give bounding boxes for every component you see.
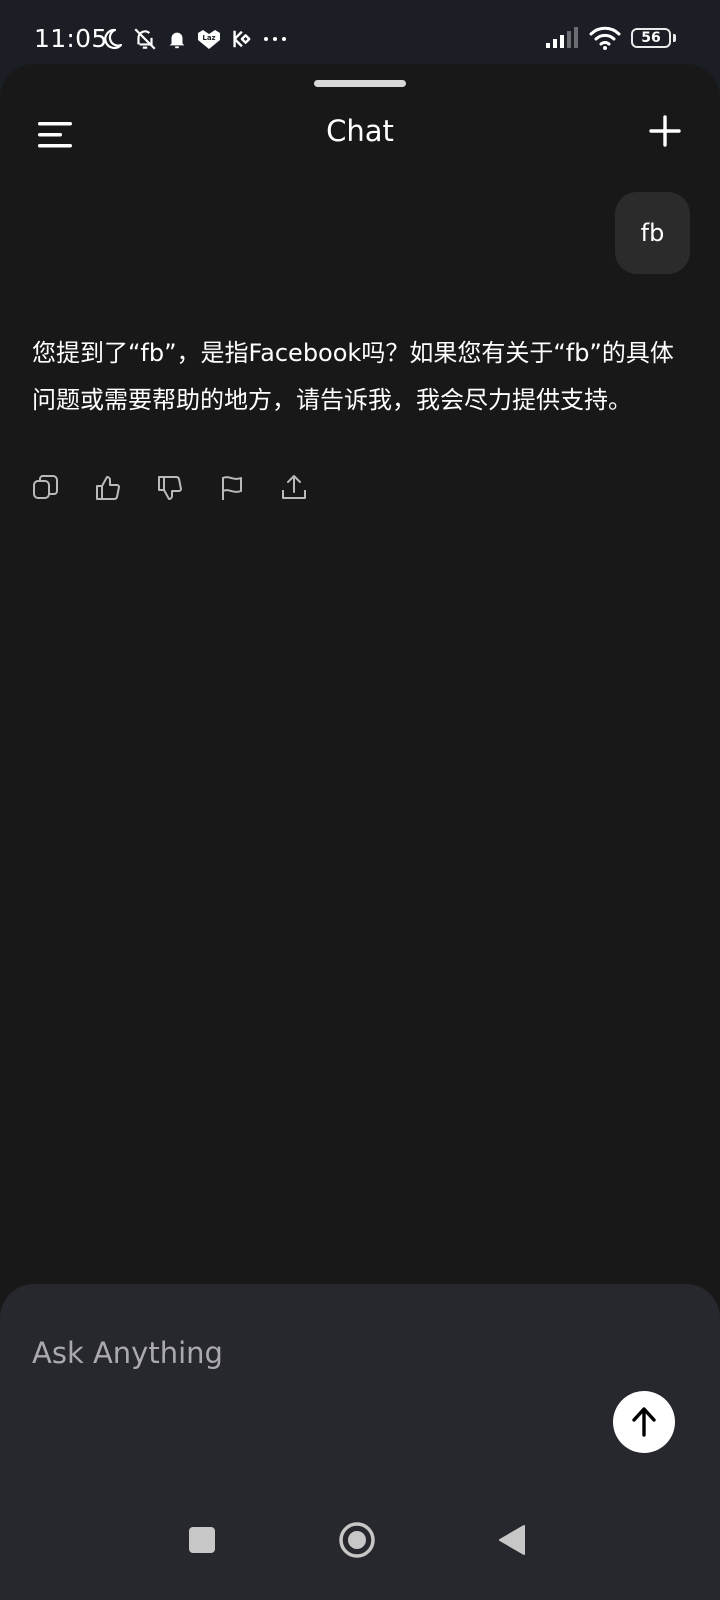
send-button[interactable]	[613, 1391, 675, 1453]
flag-icon[interactable]	[218, 474, 246, 502]
more-dots-icon	[264, 37, 286, 41]
notification-icons: Laz	[100, 24, 290, 54]
page-title: Chat	[326, 114, 394, 148]
drag-handle[interactable]	[314, 80, 406, 87]
navigation-bar	[189, 1522, 525, 1558]
assistant-message: 您提到了“fb”，是指Facebook吗？如果您有关于“fb”的具体问题或需要帮…	[32, 339, 674, 414]
status-time: 11:05	[34, 24, 108, 53]
ask-input[interactable]	[32, 1328, 572, 1378]
back-triangle-icon[interactable]	[499, 1525, 525, 1555]
arrow-up-icon	[632, 1407, 656, 1437]
plus-icon[interactable]	[648, 114, 682, 148]
battery-icon: 56	[631, 28, 671, 48]
system-status: 56	[545, 26, 676, 50]
signal-icon	[546, 27, 578, 48]
lazada-icon: Laz	[198, 30, 220, 49]
share-icon[interactable]	[280, 474, 308, 502]
thumbs-up-icon[interactable]	[94, 474, 122, 502]
thumbs-down-icon[interactable]	[156, 474, 184, 502]
status-bar: 11:05 Laz 56	[0, 0, 720, 70]
svg-text:Laz: Laz	[202, 34, 215, 42]
recents-square-icon[interactable]	[189, 1527, 215, 1553]
message-actions	[32, 474, 308, 502]
kucoin-icon	[233, 30, 251, 48]
battery-level: 56	[641, 30, 661, 46]
bell-off-icon	[134, 28, 156, 50]
battery-tip	[673, 34, 676, 42]
copy-icon[interactable]	[32, 474, 60, 502]
home-circle-icon[interactable]	[339, 1522, 375, 1558]
wifi-icon	[589, 26, 621, 50]
bell-icon	[169, 32, 185, 49]
moon-icon	[104, 28, 123, 50]
user-message-bubble: fb	[615, 192, 690, 274]
